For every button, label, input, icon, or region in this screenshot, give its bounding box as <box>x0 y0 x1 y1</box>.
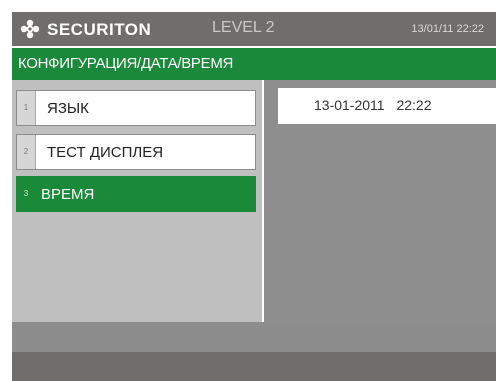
menu-item-time[interactable]: 3 ВРЕМЯ <box>16 176 256 212</box>
breadcrumb: КОНФИГУРАЦИЯ/ДАТА/ВРЕМЯ <box>12 48 496 80</box>
status-bar <box>12 322 496 352</box>
menu-item-label: ВРЕМЯ <box>41 186 95 203</box>
menu-item-number: 3 <box>17 177 35 211</box>
datetime-field[interactable]: 13-01-2011 22:22 <box>278 88 496 124</box>
title-bar: SECURITON LEVEL 2 13/01/11 22:22 <box>12 12 496 46</box>
header-datetime: 13/01/11 22:22 <box>411 23 484 35</box>
gear-flower-icon <box>20 19 40 39</box>
menu-item-display-test[interactable]: 2 ТЕСТ ДИСПЛЕЯ <box>16 134 256 170</box>
datetime-value: 13-01-2011 22:22 <box>314 97 432 113</box>
menu-item-label: ТЕСТ ДИСПЛЕЯ <box>47 144 164 161</box>
menu-item-number: 2 <box>17 135 36 169</box>
detail-panel: 13-01-2011 22:22 <box>264 80 496 322</box>
menu-panel: 1 ЯЗЫК 2 ТЕСТ ДИСПЛЕЯ 3 ВРЕМЯ <box>12 80 262 322</box>
brand-name: SECURITON <box>47 20 152 39</box>
menu-item-language[interactable]: 1 ЯЗЫК <box>16 90 256 126</box>
breadcrumb-path: КОНФИГУРАЦИЯ/ДАТА/ВРЕМЯ <box>18 55 234 72</box>
menu-item-label: ЯЗЫК <box>47 100 89 117</box>
display-screen: SECURITON LEVEL 2 13/01/11 22:22 КОНФИГУ… <box>0 0 496 381</box>
menu-item-number: 1 <box>17 91 36 125</box>
softkey-bar <box>12 352 496 381</box>
access-level: LEVEL 2 <box>212 19 275 36</box>
